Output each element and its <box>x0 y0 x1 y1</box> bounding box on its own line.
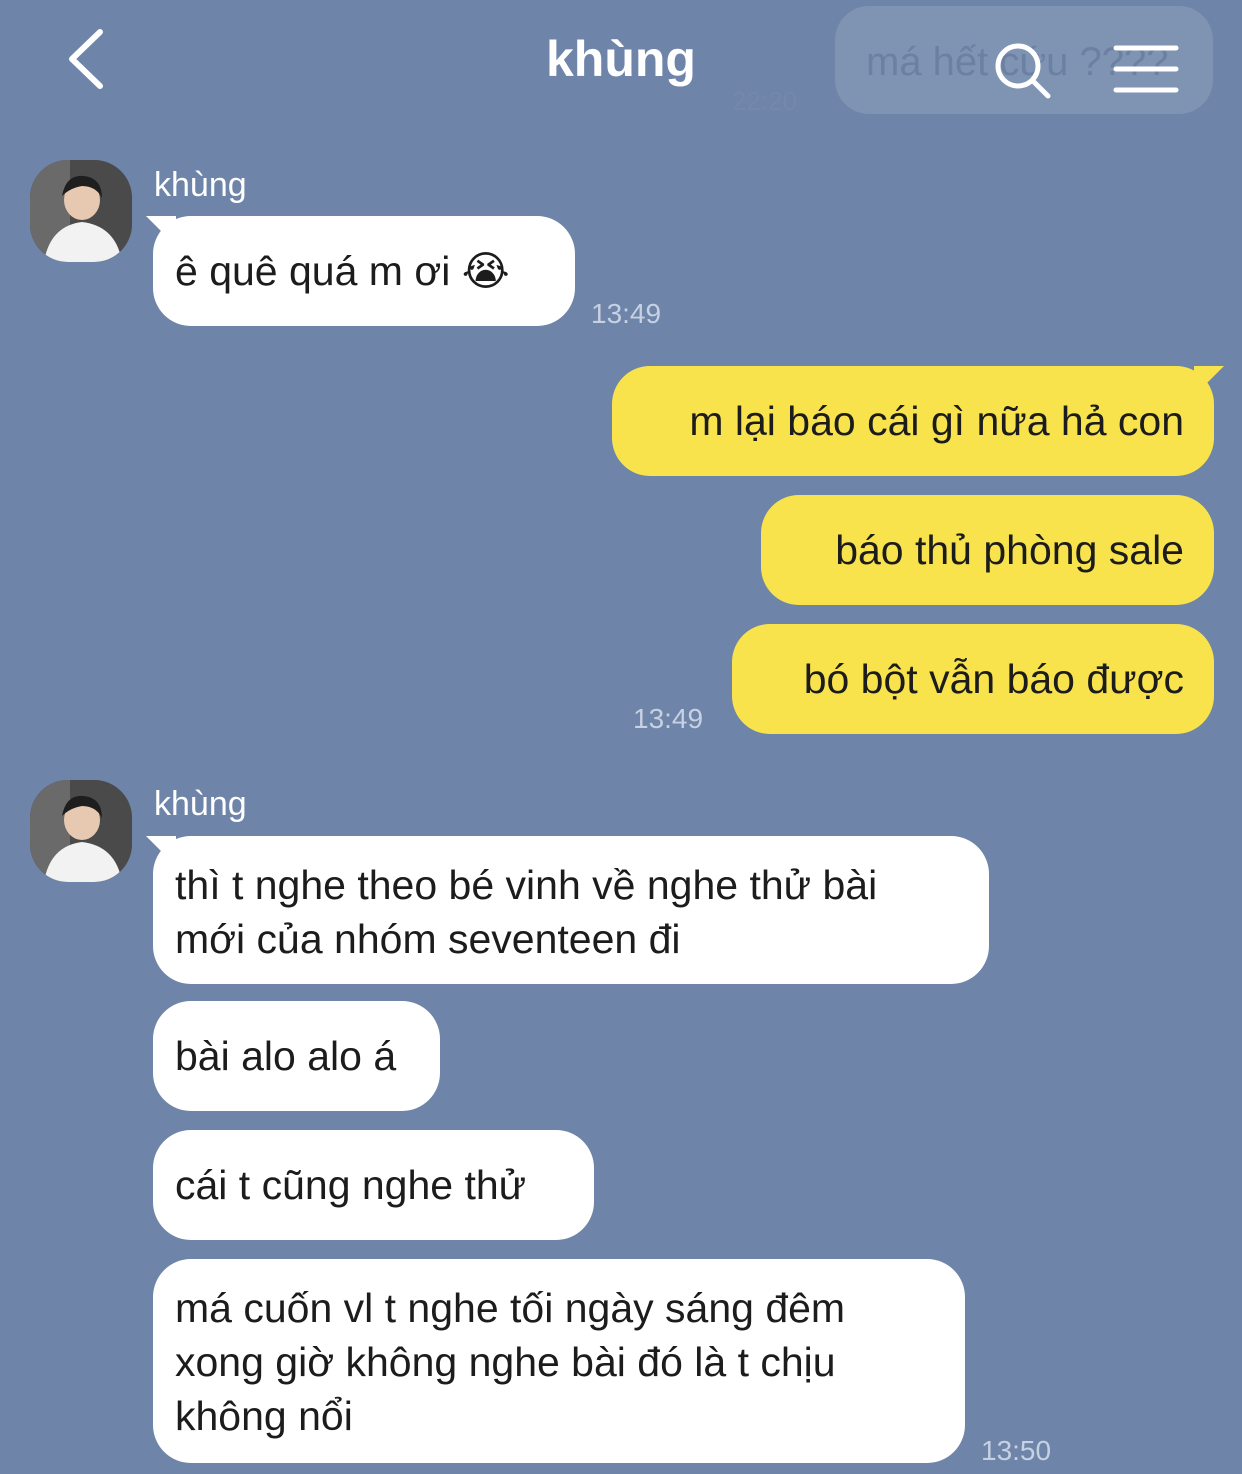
message-bubble[interactable]: báo thủ phòng sale <box>761 495 1214 605</box>
message-time: 13:50 <box>981 1435 1052 1466</box>
message-bubble[interactable]: thì t nghe theo bé vinh về nghe thử bài … <box>153 836 989 984</box>
message-text: bó bột vẫn báo được <box>803 656 1184 702</box>
search-icon <box>995 43 1051 99</box>
menu-button[interactable] <box>1112 42 1180 96</box>
message-text-line: xong giờ không nghe bài đó là t chịu <box>175 1339 836 1385</box>
sender-name: khùng <box>154 785 247 823</box>
message-time: 13:49 <box>591 298 662 329</box>
message-bubble[interactable]: cái t cũng nghe thử <box>153 1130 594 1240</box>
message-bubble[interactable]: ê quê quá m ơi 😭 <box>153 216 575 326</box>
message-text: ê quê quá m ơi <box>175 248 451 294</box>
message-text-line: mới của nhóm seventeen đi <box>175 916 681 962</box>
message-text-line: thì t nghe theo bé vinh về nghe thử bài <box>175 862 878 908</box>
message-bubble[interactable]: m lại báo cái gì nữa hả con <box>612 366 1214 476</box>
message-bubble[interactable]: bó bột vẫn báo được <box>732 624 1214 734</box>
avatar[interactable] <box>30 160 132 262</box>
message-text-line: không nổi <box>175 1393 353 1439</box>
message-bubble[interactable]: má cuốn vl t nghe tối ngày sáng đêm xong… <box>153 1259 965 1463</box>
message-text-line: má cuốn vl t nghe tối ngày sáng đêm <box>175 1285 846 1331</box>
message-text: m lại báo cái gì nữa hả con <box>689 398 1184 444</box>
search-button[interactable] <box>990 38 1056 104</box>
previous-message-time: 22:20 <box>732 86 798 116</box>
sender-name: khùng <box>154 166 247 204</box>
message-time: 13:49 <box>633 703 704 734</box>
message-text: báo thủ phòng sale <box>835 527 1184 573</box>
message-text: bài alo alo á <box>175 1033 397 1079</box>
message-text: cái t cũng nghe thử <box>175 1162 527 1208</box>
avatar[interactable] <box>30 780 132 882</box>
menu-icon <box>1113 45 1179 93</box>
message-bubble[interactable]: bài alo alo á <box>153 1001 440 1111</box>
crying-face-emoji: 😭 <box>461 248 510 294</box>
